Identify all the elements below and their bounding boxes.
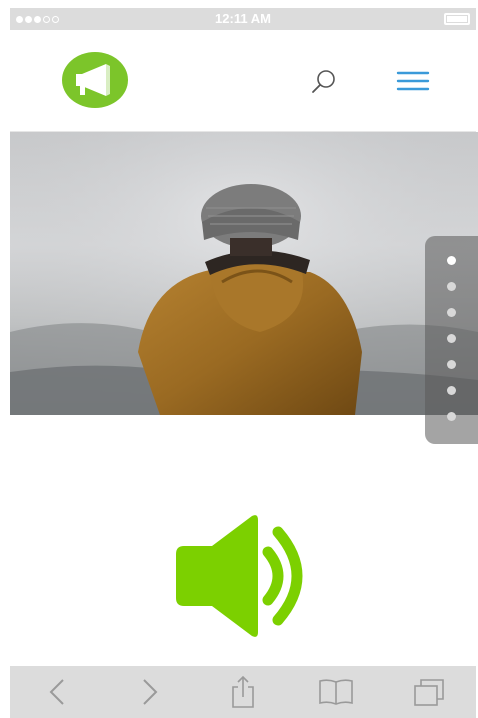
back-icon[interactable]	[37, 672, 77, 712]
pager-dot[interactable]	[447, 412, 456, 421]
battery-icon	[444, 13, 470, 25]
site-header	[10, 30, 476, 132]
search-icon[interactable]	[310, 68, 338, 96]
pager-dot[interactable]	[447, 334, 456, 343]
pager-dot[interactable]	[447, 308, 456, 317]
browser-toolbar	[10, 666, 476, 718]
pager-dot[interactable]	[447, 360, 456, 369]
slide-pager	[425, 236, 478, 444]
megaphone-icon[interactable]	[62, 52, 128, 108]
share-icon[interactable]	[223, 672, 263, 712]
tabs-icon[interactable]	[409, 672, 449, 712]
speaker-volume-icon[interactable]	[172, 514, 316, 638]
status-time: 12:11 AM	[215, 11, 271, 26]
bookmarks-icon[interactable]	[316, 672, 356, 712]
pager-dot[interactable]	[447, 386, 456, 395]
forward-icon[interactable]	[130, 672, 170, 712]
status-bar: 12:11 AM	[10, 8, 476, 30]
hero-photo[interactable]	[10, 132, 478, 415]
pager-dot[interactable]	[447, 256, 456, 265]
pager-dot[interactable]	[447, 282, 456, 291]
hamburger-menu-icon[interactable]	[396, 70, 430, 92]
